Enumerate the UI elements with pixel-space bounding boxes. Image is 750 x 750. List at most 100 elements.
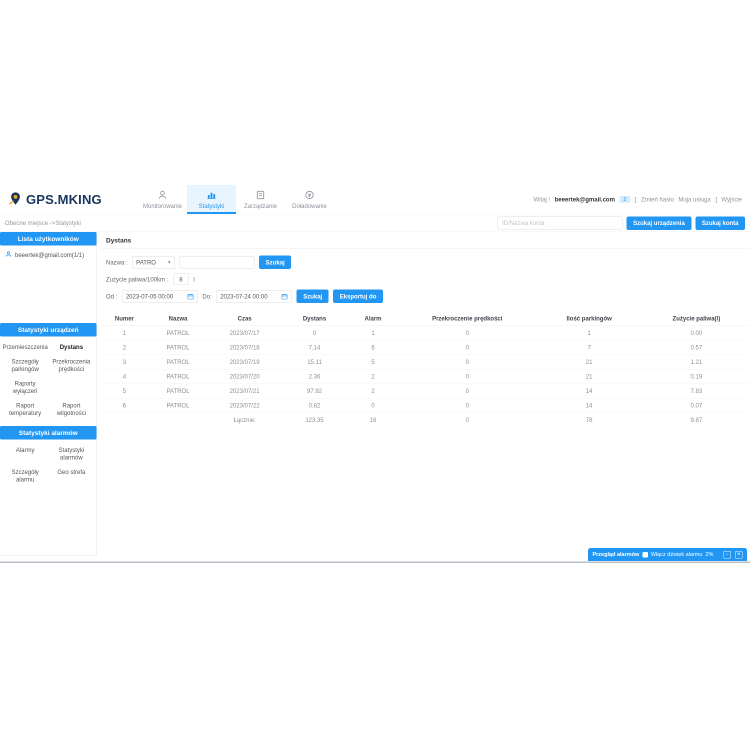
sidebar-user-item[interactable]: beeertek@gmail.com(1/1) — [0, 246, 97, 265]
clipboard-icon — [255, 190, 266, 201]
sidebar-link[interactable]: Statystyki alarmów — [48, 447, 94, 462]
minimize-icon[interactable]: − — [724, 551, 732, 559]
person-icon — [157, 190, 168, 201]
change-password-link[interactable]: Zmień hasło — [641, 196, 674, 203]
welcome-text: Witaj ! — [534, 196, 551, 203]
sidebar-link[interactable]: Raport wilgotności — [48, 402, 94, 417]
chevron-down-icon: ▼ — [167, 260, 171, 265]
table-cell: 1.21 — [643, 355, 750, 370]
close-icon[interactable]: ✕ — [735, 551, 743, 559]
table-cell: PATROL — [149, 384, 208, 399]
table-cell: PATROL — [149, 369, 208, 384]
sidebar-link[interactable]: Szczegóły parkingów — [2, 358, 48, 373]
name-select[interactable]: PATRO ▼ — [132, 256, 175, 269]
column-header: Przekroczenie prędkości — [399, 312, 536, 326]
table-row: 2PATROL2023/07/187.146070.57 — [100, 340, 750, 355]
alarm-overview-bar[interactable]: Przegląd alarmów Włącz dźwięk alarmu 2% … — [588, 548, 747, 561]
fuel-label: Zużycie paliwa/100km : — [106, 276, 168, 283]
alarm-volume: 2% — [705, 552, 713, 558]
sidebar-link[interactable]: Geo strefa — [48, 469, 94, 484]
my-service-link[interactable]: Moja usługa — [678, 196, 710, 203]
alarm-overview-title: Przegląd alarmów — [593, 552, 640, 558]
table-cell: 6 — [100, 398, 149, 413]
table-cell: 0 — [399, 355, 536, 370]
table-row: 5PATROL2023/07/2197.9220147.83 — [100, 384, 750, 399]
column-header: Numer — [100, 312, 149, 326]
table-cell: 2023/07/19 — [207, 355, 282, 370]
table-cell: 97.92 — [282, 384, 347, 399]
sidebar-link[interactable]: Raporty wyłączeń — [2, 380, 48, 395]
tab-monitorowanie[interactable]: Monitorowanie — [138, 185, 187, 214]
date-to-label: Do: — [202, 293, 211, 300]
fuel-consumption-input[interactable] — [173, 274, 189, 286]
calendar-icon[interactable] — [281, 293, 288, 300]
tab-label: Zarządzanie — [244, 203, 277, 210]
panel-title: Dystans — [100, 232, 750, 249]
sidebar-link[interactable]: Raport temperatury — [2, 402, 48, 417]
device-stats-header: Statystyki urządzeń — [0, 323, 97, 337]
export-button[interactable]: Eksportuj do — [333, 290, 383, 304]
table-cell: 5 — [347, 355, 399, 370]
calendar-icon[interactable] — [187, 293, 194, 300]
bracket-close: ] — [715, 196, 717, 203]
logo: GPS.MKING — [8, 191, 132, 209]
table-cell: 7 — [536, 340, 643, 355]
tab-statystyki[interactable]: Statystyki — [187, 185, 236, 214]
table-cell: 0.57 — [643, 340, 750, 355]
account-search-input[interactable] — [498, 217, 623, 230]
coin-icon — [304, 190, 315, 201]
bracket-open: [ — [635, 196, 637, 203]
sidebar-link[interactable]: Przekroczenia prędkości — [48, 358, 94, 373]
table-cell: 2023/07/21 — [207, 384, 282, 399]
table-cell: 0 — [399, 398, 536, 413]
table-cell: PATROL — [149, 398, 208, 413]
table-cell: 1 — [536, 326, 643, 341]
table-cell — [100, 413, 149, 427]
date-to-input[interactable]: 2023-07-24 00:00 — [216, 290, 292, 303]
message-count-badge[interactable]: 2 — [619, 196, 630, 203]
name-label: Nazwa : — [106, 259, 128, 266]
table-cell: 5 — [100, 384, 149, 399]
tab-zarządzanie[interactable]: Zarządzanie — [236, 185, 285, 214]
tab-label: Monitorowanie — [143, 203, 182, 210]
tab-label: Statystyki — [199, 203, 225, 210]
date-search-button[interactable]: Szukaj — [297, 290, 329, 304]
filter-row-dates: Od : 2023-07-05 00:00 Do: 2023-07-24 0 — [106, 290, 744, 304]
sidebar-link[interactable]: Dystans — [48, 344, 94, 352]
filter-row-name: Nazwa : PATRO ▼ Szukaj — [106, 256, 744, 270]
table-cell: PATROL — [149, 355, 208, 370]
device-stats-links: PrzemieszczeniaDystansSzczegóły parkingó… — [0, 337, 97, 425]
sidebar-user-label: beeertek@gmail.com(1/1) — [15, 251, 84, 258]
table-cell: 3 — [100, 355, 149, 370]
column-header: Dystans — [282, 312, 347, 326]
table-cell: 1 — [347, 326, 399, 341]
account-search: Szukaj urządzenia Szukaj konta — [498, 216, 745, 230]
column-header: Czas — [207, 312, 282, 326]
table-cell: 0.00 — [643, 326, 750, 341]
tab-doładowanie[interactable]: Doładowanie — [285, 185, 334, 214]
table-cell: 0.19 — [643, 369, 750, 384]
logout-link[interactable]: Wyjście — [721, 196, 742, 203]
logo-text: GPS.MKING — [26, 192, 102, 208]
distance-table: NumerNazwaCzasDystansAlarmPrzekroczenie … — [100, 312, 750, 428]
fuel-unit: l — [193, 276, 194, 283]
screenshot-canvas: GPS.MKING Monitorowanie Statystyki Zarządz… — [0, 0, 750, 750]
name-search-input[interactable] — [180, 256, 255, 269]
alarm-sound-checkbox[interactable] — [642, 552, 648, 558]
filter-row-fuel: Zużycie paliwa/100km : l — [106, 274, 744, 286]
sidebar-link-empty — [48, 380, 94, 395]
name-search-button[interactable]: Szukaj — [259, 256, 291, 270]
sidebar-link[interactable]: Szczegóły alarmu — [2, 469, 48, 484]
table-cell: 0 — [347, 398, 399, 413]
search-device-button[interactable]: Szukaj urządzenia — [627, 216, 692, 230]
user-email: beeertek@gmail.com — [555, 196, 615, 203]
sidebar-link[interactable]: Przemieszczenia — [2, 344, 48, 352]
search-account-button[interactable]: Szukaj konta — [695, 216, 745, 230]
table-cell: 16 — [347, 413, 399, 427]
sidebar-link[interactable]: Alarmy — [2, 447, 48, 462]
date-from-value: 2023-07-05 00:00 — [126, 293, 173, 300]
table-cell: 2 — [347, 384, 399, 399]
table-row: 3PATROL2023/07/1915.1150211.21 — [100, 355, 750, 370]
date-from-input[interactable]: 2023-07-05 00:00 — [122, 290, 198, 303]
table-cell: 7.14 — [282, 340, 347, 355]
